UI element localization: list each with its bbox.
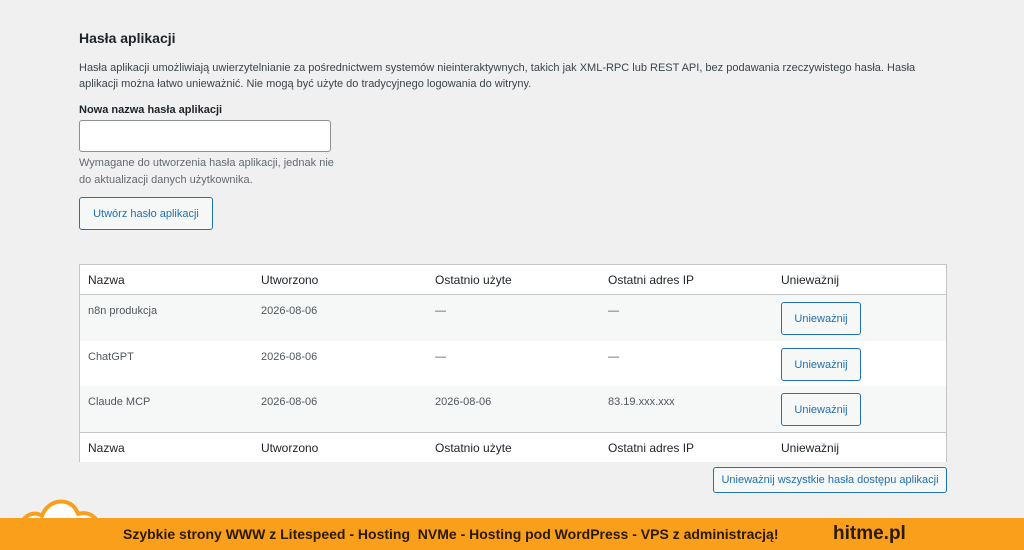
column-header-last-ip: Ostatni adres IP <box>608 273 695 287</box>
column-footer-last-used: Ostatnio użyte <box>435 441 512 455</box>
section-description: Hasła aplikacji umożliwiają uwierzytelni… <box>79 62 916 90</box>
row-created: 2026-08-06 <box>261 396 318 408</box>
table-row: n8n produkcja 2026-08-06 — — Unieważnij <box>80 295 946 341</box>
column-header-created: Utworzono <box>261 273 319 287</box>
row-last-ip: — <box>608 351 619 363</box>
row-name: n8n produkcja <box>88 305 158 317</box>
row-last-ip: — <box>608 305 619 317</box>
promo-banner[interactable]: Szybkie strony WWW z Litespeed - Hosting… <box>0 518 1024 550</box>
column-header-name: Nazwa <box>88 273 125 287</box>
banner-text: Szybkie strony WWW z Litespeed - Hosting… <box>123 526 779 542</box>
revoke-button-chatgpt[interactable]: Unieważnij <box>781 348 861 381</box>
new-password-name-input[interactable] <box>79 120 331 152</box>
column-footer-last-ip: Ostatni adres IP <box>608 441 695 455</box>
row-last-used: 2026-08-06 <box>435 396 492 408</box>
table-row: ChatGPT 2026-08-06 — — Unieważnij <box>80 341 946 387</box>
row-last-ip: 83.19.xxx.xxx <box>608 396 675 408</box>
column-footer-revoke: Unieważnij <box>781 441 840 455</box>
row-created: 2026-08-06 <box>261 305 318 317</box>
table-footer-row: Nazwa Utworzono Ostatnio użyte Ostatni a… <box>80 432 946 462</box>
revoke-all-button[interactable]: Unieważnij wszystkie hasła dostępu aplik… <box>713 467 947 493</box>
table-row: Claude MCP 2026-08-06 2026-08-06 83.19.x… <box>80 386 946 432</box>
column-footer-name: Nazwa <box>88 441 125 455</box>
column-header-last-used: Ostatnio użyte <box>435 273 512 287</box>
table-header-row: Nazwa Utworzono Ostatnio użyte Ostatni a… <box>80 265 946 295</box>
revoke-button-claude-mcp[interactable]: Unieważnij <box>781 393 861 426</box>
row-name: Claude MCP <box>88 396 151 408</box>
section-title: Hasła aplikacji <box>79 30 176 46</box>
column-header-revoke: Unieważnij <box>781 273 840 287</box>
application-passwords-table: Nazwa Utworzono Ostatnio użyte Ostatni a… <box>79 264 947 462</box>
revoke-button-n8n[interactable]: Unieważnij <box>781 302 861 335</box>
create-application-password-button[interactable]: Utwórz hasło aplikacji <box>79 197 213 230</box>
field-hint: Wymagane do utworzenia hasła aplikacji, … <box>79 157 334 186</box>
row-last-used: — <box>435 351 446 363</box>
column-footer-created: Utworzono <box>261 441 319 455</box>
new-password-name-label: Nowa nazwa hasła aplikacji <box>79 104 223 116</box>
banner-brand: hitme.pl <box>833 523 906 544</box>
row-created: 2026-08-06 <box>261 351 318 363</box>
row-last-used: — <box>435 305 446 317</box>
row-name: ChatGPT <box>88 351 134 363</box>
